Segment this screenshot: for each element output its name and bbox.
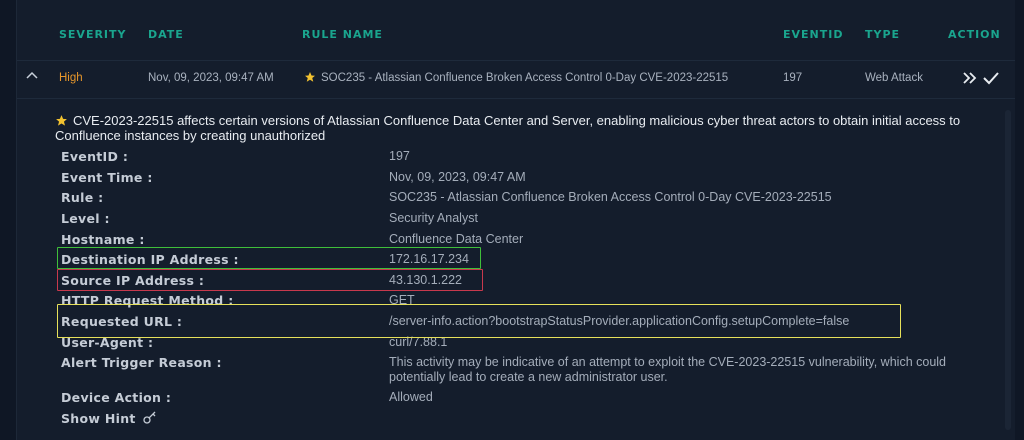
highlight-box-source-ip [57, 269, 483, 291]
header-action: ACTION [948, 28, 1001, 41]
field-alert-trigger-reason: This activity may be indicative of an at… [389, 355, 947, 384]
show-hint-link[interactable]: Show Hint [61, 411, 157, 426]
field-eventid: 197 [389, 149, 410, 163]
field-label: EventID : [61, 149, 129, 164]
double-chevron-right-icon[interactable] [962, 70, 978, 86]
header-eventid[interactable]: EVENTID [783, 28, 843, 41]
key-icon [143, 411, 156, 424]
field-label: Device Action : [61, 390, 172, 405]
alert-panel: SEVERITY DATE RULE NAME EVENTID TYPE ACT… [16, 0, 1015, 440]
header-type[interactable]: TYPE [865, 28, 900, 41]
star-icon [305, 72, 315, 82]
severity-value: High [59, 72, 83, 84]
field-label: Hostname : [61, 232, 145, 247]
field-device-action: Allowed [389, 390, 433, 404]
highlight-box-requested-url [57, 304, 901, 338]
type-value: Web Attack [865, 72, 923, 84]
highlight-box-destination-ip [57, 247, 481, 269]
field-event-time: Nov, 09, 2023, 09:47 AM [389, 170, 526, 184]
table-header: SEVERITY DATE RULE NAME EVENTID TYPE ACT… [17, 0, 1015, 61]
header-date[interactable]: DATE [148, 28, 184, 41]
field-label: Event Time : [61, 170, 153, 185]
field-hostname: Confluence Data Center [389, 232, 524, 246]
field-label: Rule : [61, 190, 104, 205]
chevron-up-icon[interactable] [25, 69, 39, 83]
row-actions [962, 69, 1000, 87]
star-icon [56, 115, 67, 126]
rule-name-cell: SOC235 - Atlassian Confluence Broken Acc… [304, 71, 728, 84]
field-level: Security Analyst [389, 211, 478, 225]
table-row[interactable]: High Nov, 09, 2023, 09:47 AM SOC235 - At… [17, 60, 1015, 99]
date-value: Nov, 09, 2023, 09:47 AM [148, 72, 274, 84]
field-label: Level : [61, 211, 110, 226]
header-severity[interactable]: SEVERITY [59, 28, 127, 41]
show-hint-label: Show Hint [61, 411, 136, 426]
field-rule: SOC235 - Atlassian Confluence Broken Acc… [389, 190, 832, 204]
header-rule-name[interactable]: RULE NAME [302, 28, 383, 41]
check-icon[interactable] [982, 70, 1000, 86]
rule-name-value: SOC235 - Atlassian Confluence Broken Acc… [321, 72, 729, 84]
scrollbar[interactable] [1005, 110, 1011, 430]
field-label: Alert Trigger Reason : [61, 355, 222, 370]
alert-headline-text: CVE-2023-22515 affects certain versions … [55, 113, 961, 143]
alert-headline: CVE-2023-22515 affects certain versions … [55, 113, 985, 143]
alert-detail: CVE-2023-22515 affects certain versions … [41, 99, 1011, 440]
eventid-value: 197 [783, 72, 803, 84]
